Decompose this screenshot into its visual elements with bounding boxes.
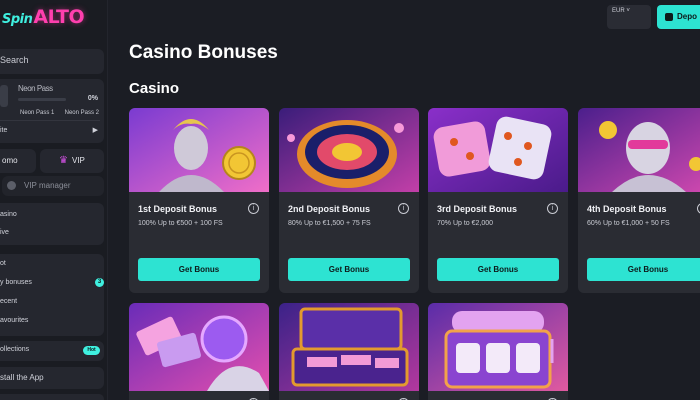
sidebar-item-recent[interactable]: ecent bbox=[0, 298, 17, 305]
pass-avatar bbox=[0, 85, 8, 107]
bonus-card: i bbox=[428, 303, 568, 400]
sidebar-bottom-item[interactable] bbox=[0, 394, 104, 400]
bonus-card: i bbox=[129, 303, 269, 400]
bonus-description: 80% Up to €1,500 + 75 FS bbox=[288, 220, 371, 227]
promo-button[interactable]: omo bbox=[0, 149, 36, 173]
get-bonus-button[interactable]: Get Bonus bbox=[138, 258, 260, 281]
manager-icon bbox=[7, 181, 16, 190]
pass-progress-percent: 0% bbox=[87, 95, 98, 102]
bonus-image-statue-coin bbox=[129, 108, 269, 192]
promo-label: omo bbox=[2, 156, 18, 165]
wallet-icon bbox=[665, 13, 673, 21]
pass-level-from: Neon Pass 1 bbox=[20, 110, 55, 116]
install-app-button[interactable]: stall the App bbox=[0, 367, 104, 389]
deposit-label: Depo bbox=[677, 12, 697, 21]
pass-level-to: Neon Pass 2 bbox=[64, 110, 99, 116]
sidebar: SpinALTO Search Neon Pass 0% Neon Pass 1… bbox=[0, 0, 108, 400]
bonus-image-statue-glasses bbox=[578, 108, 700, 192]
sidebar-item-casino[interactable]: asino bbox=[0, 211, 17, 218]
bonus-image-dice bbox=[428, 108, 568, 192]
nav-group-main: asino ive bbox=[0, 203, 104, 245]
section-title: Casino bbox=[129, 80, 180, 97]
my-bonuses-count-badge: 3 bbox=[95, 278, 104, 287]
vip-label: VIP bbox=[72, 156, 85, 165]
get-bonus-button[interactable]: Get Bonus bbox=[437, 258, 559, 281]
sidebar-item-favourites[interactable]: avourites bbox=[0, 317, 28, 324]
bonus-card: i bbox=[279, 303, 419, 400]
neon-pass-panel[interactable]: Neon Pass 0% Neon Pass 1 Neon Pass 2 ite… bbox=[0, 79, 104, 143]
vip-manager-button[interactable]: VIP manager bbox=[2, 176, 104, 196]
currency-selector[interactable]: EUR ˅ bbox=[607, 5, 651, 29]
bonus-image-cash-case bbox=[279, 303, 419, 391]
bonus-title: 1st Deposit Bonus bbox=[138, 204, 218, 214]
get-bonus-button[interactable]: Get Bonus bbox=[288, 258, 410, 281]
bonus-title: 2nd Deposit Bonus bbox=[288, 204, 371, 214]
bonus-image-hand-coin bbox=[129, 303, 269, 391]
bonus-description: 60% Up to €1,000 + 50 FS bbox=[587, 220, 670, 227]
bonus-card: 4th Deposit Bonus i 60% Up to €1,000 + 5… bbox=[578, 108, 700, 293]
sidebar-item-hot[interactable]: ot bbox=[0, 260, 6, 267]
currency-label: EUR ˅ bbox=[612, 8, 630, 14]
crown-icon: ♛ bbox=[59, 155, 68, 166]
vip-button[interactable]: ♛ VIP bbox=[40, 149, 104, 173]
info-icon[interactable]: i bbox=[248, 203, 259, 214]
get-bonus-button[interactable]: Get Bonus bbox=[587, 258, 700, 281]
search-label: Search bbox=[0, 55, 29, 65]
bonus-description: 70% Up to €2,000 bbox=[437, 220, 494, 227]
bonus-title: 4th Deposit Bonus bbox=[587, 204, 667, 214]
pass-link-label: ite bbox=[0, 127, 8, 134]
info-icon[interactable]: i bbox=[547, 203, 558, 214]
vip-manager-label: VIP manager bbox=[24, 181, 71, 190]
deposit-button[interactable]: Depo bbox=[657, 5, 700, 29]
search-input[interactable]: Search bbox=[0, 49, 104, 74]
bonus-card: 1st Deposit Bonus i 100% Up to €500 + 10… bbox=[129, 108, 269, 293]
bonus-description: 100% Up to €500 + 100 FS bbox=[138, 220, 223, 227]
bonus-card: 2nd Deposit Bonus i 80% Up to €1,500 + 7… bbox=[279, 108, 419, 293]
chevron-down-icon: ˅ bbox=[626, 8, 630, 14]
bonus-image-slot-machine bbox=[428, 303, 568, 391]
nav-group-personal: ot y bonuses ecent avourites bbox=[0, 254, 104, 336]
pass-name: Neon Pass bbox=[18, 84, 53, 93]
info-icon[interactable]: i bbox=[398, 203, 409, 214]
page-title: Casino Bonuses bbox=[129, 42, 278, 63]
sidebar-item-live[interactable]: ive bbox=[0, 229, 9, 236]
chevron-right-icon: ▶ bbox=[92, 127, 98, 134]
hot-badge: Hot bbox=[83, 346, 100, 355]
sidebar-item-my-bonuses[interactable]: y bonuses bbox=[0, 279, 32, 286]
logo[interactable]: SpinALTO bbox=[2, 6, 85, 30]
divider bbox=[0, 120, 100, 121]
pass-progress-bar bbox=[18, 98, 66, 101]
install-app-label: stall the App bbox=[0, 373, 44, 382]
collections-label: ollections bbox=[0, 346, 30, 353]
bonus-image-roulette bbox=[279, 108, 419, 192]
bonus-title: 3rd Deposit Bonus bbox=[437, 204, 518, 214]
bonus-card: 3rd Deposit Bonus i 70% Up to €2,000 Get… bbox=[428, 108, 568, 293]
